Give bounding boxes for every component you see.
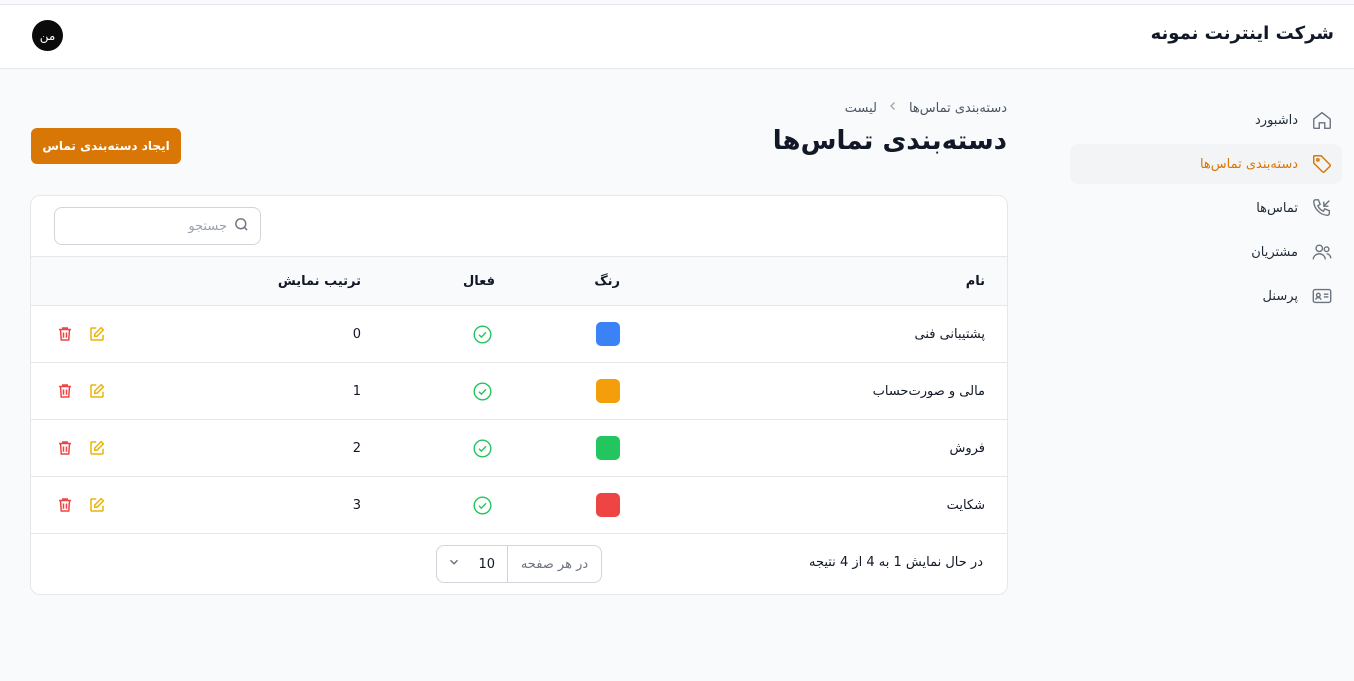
column-header-active[interactable]: فعال [463,257,495,305]
breadcrumb-current: لیست [844,100,877,116]
tag-icon [1310,152,1334,176]
color-swatch [596,493,620,517]
row-color [596,420,620,476]
edit-icon[interactable] [88,496,106,514]
per-page-select[interactable]: 10 [437,546,507,582]
table-row: پشتیبانی فنی 0 [31,306,1007,363]
sidebar-item-customers[interactable]: مشتریان [1070,232,1342,272]
row-order: 0 [352,326,361,342]
row-color [596,306,620,362]
row-order: 1 [352,383,361,399]
active-check-icon [472,363,493,419]
categories-table-card: نام رنگ فعال ترتیب نمایش پشتیبانی فنی 0 … [30,195,1008,595]
column-header-name[interactable]: نام [966,257,985,305]
row-name: شکایت [946,497,985,513]
table-row: شکایت 3 [31,477,1007,534]
edit-icon[interactable] [88,325,106,343]
chevron-left-icon [887,100,899,116]
breadcrumb: دسته‌بندی تماس‌ها لیست [845,100,1007,116]
table-row: مالی و صورت‌حساب 1 [31,363,1007,420]
page-title: دسته‌بندی تماس‌ها [772,126,1007,156]
sidebar-item-call-categories[interactable]: دسته‌بندی تماس‌ها [1070,144,1342,184]
sidebar-item-label: تماس‌ها [1256,200,1298,216]
row-actions [56,363,106,419]
sidebar-item-label: داشبورد [1255,112,1298,128]
sidebar-item-staff[interactable]: پرسنل [1070,276,1342,316]
row-order: 2 [352,440,361,456]
sidebar: داشبورد دسته‌بندی تماس‌ها تماس‌ها مشتریا… [1070,100,1342,320]
pagination-summary: در حال نمایش 1 به 4 از 4 نتیجه [808,555,983,570]
row-order: 3 [352,497,361,513]
row-name: مالی و صورت‌حساب [872,383,985,399]
row-actions [56,306,106,362]
per-page-label: در هر صفحه [507,546,601,582]
top-bar: شرکت اینترنت نمونه من [0,4,1354,69]
row-name: فروش [949,440,985,456]
search-icon [233,216,250,237]
users-icon [1310,240,1334,264]
sidebar-item-label: پرسنل [1262,288,1298,304]
phone-incoming-icon [1310,196,1334,220]
row-name: پشتیبانی فنی [914,326,985,342]
per-page-value: 10 [478,556,495,572]
column-header-order[interactable]: ترتیب نمایش [278,257,361,305]
delete-icon[interactable] [56,325,74,343]
row-color [596,477,620,533]
chevron-down-icon [447,555,461,573]
color-swatch [596,379,620,403]
sidebar-item-dashboard[interactable]: داشبورد [1070,100,1342,140]
sidebar-item-label: مشتریان [1251,244,1298,260]
sidebar-item-label: دسته‌بندی تماس‌ها [1199,156,1298,172]
edit-icon[interactable] [88,439,106,457]
edit-icon[interactable] [88,382,106,400]
delete-icon[interactable] [56,439,74,457]
brand-name: شرکت اینترنت نمونه [1150,23,1334,44]
table-row: فروش 2 [31,420,1007,477]
color-swatch [596,322,620,346]
breadcrumb-parent[interactable]: دسته‌بندی تماس‌ها [909,101,1007,116]
per-page-control: در هر صفحه 10 [436,545,602,583]
delete-icon[interactable] [56,496,74,514]
id-card-icon [1310,284,1334,308]
row-actions [56,420,106,476]
create-category-button[interactable]: ایجاد دسته‌بندی تماس [31,128,181,164]
user-avatar[interactable]: من [32,20,63,51]
color-swatch [596,436,620,460]
column-header-color[interactable]: رنگ [594,257,620,305]
home-icon [1310,108,1334,132]
row-actions [56,477,106,533]
search-box [54,207,261,245]
active-check-icon [472,420,493,476]
active-check-icon [472,477,493,533]
active-check-icon [472,306,493,362]
table-header: نام رنگ فعال ترتیب نمایش [31,256,1007,306]
row-color [596,363,620,419]
delete-icon[interactable] [56,382,74,400]
sidebar-item-calls[interactable]: تماس‌ها [1070,188,1342,228]
search-input[interactable] [77,218,227,234]
